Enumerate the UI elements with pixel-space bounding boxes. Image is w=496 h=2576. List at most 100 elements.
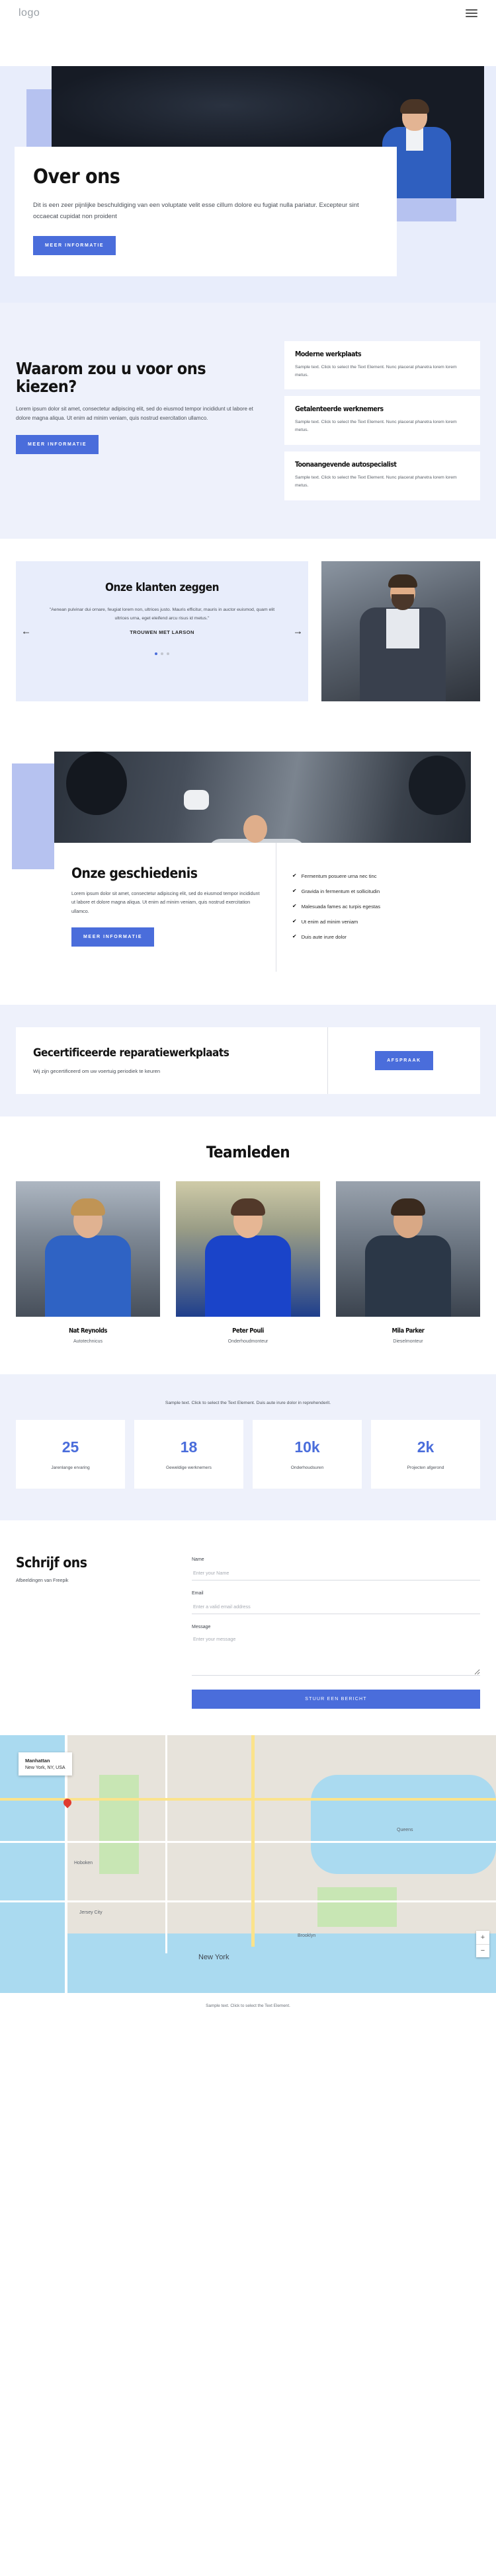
zoom-out-button[interactable]: − xyxy=(476,1943,489,1957)
map-section[interactable]: Manhattan New York, NY, USA Hoboken Jers… xyxy=(0,1735,496,1993)
contact-intro: Schrijf ons Afbeeldingen van Freepik xyxy=(16,1555,175,1709)
stat-value: 18 xyxy=(180,1438,198,1456)
testimonial-slider: ← → Onze klanten zeggen "Aenean pulvinar… xyxy=(16,561,308,701)
map-park xyxy=(99,1774,139,1874)
team-member-photo xyxy=(336,1181,480,1317)
why-us-section: Waarom zou u voor ons kiezen? Lorem ipsu… xyxy=(0,302,496,539)
stat-label: Projecten afgerond xyxy=(407,1465,444,1470)
about-card: Over ons Dit is een zeer pijnlijke besch… xyxy=(15,147,397,276)
history-card: Onze geschiedenis Lorem ipsum dolor sit … xyxy=(54,842,480,972)
map-park xyxy=(317,1887,397,1927)
stat-label: Jarenlange ervaring xyxy=(51,1465,90,1470)
map-road xyxy=(0,1840,496,1843)
hamburger-icon[interactable] xyxy=(466,9,477,17)
stat-value: 10k xyxy=(294,1438,320,1456)
contact-form: Name Email Message STUUR EEN BERICHT xyxy=(192,1555,480,1709)
certified-card: Gecertificeerde reparatiewerkplaats Wij … xyxy=(16,1027,480,1094)
dot-3[interactable] xyxy=(167,652,169,656)
stat-card: 2k Projecten afgerond xyxy=(371,1419,480,1489)
submit-button[interactable]: STUUR EEN BERICHT xyxy=(192,1689,480,1709)
dot-1[interactable] xyxy=(155,652,157,656)
history-more-button[interactable]: MEER INFORMATIE xyxy=(71,927,155,947)
feature-card-body: Sample text. Click to select the Text El… xyxy=(295,420,457,433)
why-us-left: Waarom zou u voor ons kiezen? Lorem ipsu… xyxy=(16,341,267,500)
stat-value: 2k xyxy=(417,1438,434,1456)
about-more-button[interactable]: MEER INFORMATIE xyxy=(33,235,116,255)
why-us-title: Waarom zou u voor ons kiezen? xyxy=(16,358,206,396)
checklist-item: ✔ Gravida in fermentum et sollicitudin xyxy=(292,888,474,894)
testimonial-dots[interactable] xyxy=(26,652,298,656)
message-input[interactable] xyxy=(192,1633,480,1676)
history-title: Onze geschiedenis xyxy=(71,865,198,881)
zoom-in-button[interactable]: + xyxy=(476,1931,489,1944)
team-member-role: Dieselmonteur xyxy=(393,1339,423,1344)
testimonial-next-icon[interactable]: → xyxy=(293,625,303,637)
team-member-name: Mila Parker xyxy=(392,1327,425,1335)
feature-card-title: Moderne werkplaats xyxy=(295,350,362,358)
contact-title: Schrijf ons xyxy=(16,1554,87,1571)
map-popup-title: Manhattan xyxy=(25,1757,50,1764)
team-section: Teamleden ‹ › Nat Reynolds Autotechnicus… xyxy=(0,1116,496,1374)
team-member[interactable]: Mila Parker Dieselmonteur xyxy=(336,1181,480,1344)
stats-subtitle: Sample text. Click to select the Text El… xyxy=(165,1400,331,1405)
map-label: Brooklyn xyxy=(298,1933,316,1938)
team-member-name: Nat Reynolds xyxy=(68,1327,108,1335)
team-member-role: Autotechnicus xyxy=(73,1339,103,1344)
footer-text: Sample text. Click to select the Text El… xyxy=(0,1992,496,2023)
history-checklist: ✔ Fermentum posuere urna nec tinc ✔ Grav… xyxy=(275,842,480,972)
map-water xyxy=(0,1933,496,1993)
message-label: Message xyxy=(192,1624,211,1629)
map-popup[interactable]: Manhattan New York, NY, USA xyxy=(19,1752,72,1776)
name-input[interactable] xyxy=(192,1567,480,1581)
team-member[interactable]: Nat Reynolds Autotechnicus xyxy=(16,1181,160,1344)
map-popup-address: New York, NY, USA xyxy=(25,1765,65,1770)
stats-row: 25 Jarenlange ervaring 18 Geweldige werk… xyxy=(16,1419,480,1489)
feature-card[interactable]: Toonaangevende autospecialist Sample tex… xyxy=(284,451,480,500)
appointment-button[interactable]: AFSPRAAK xyxy=(375,1050,433,1070)
stat-value: 25 xyxy=(62,1438,79,1456)
site-header: logo xyxy=(0,0,496,26)
testimonials-title: Onze klanten zeggen xyxy=(105,580,219,594)
name-label: Name xyxy=(192,1557,204,1562)
certified-body: Wij zijn gecertificeerd om uw voertuig p… xyxy=(33,1068,161,1074)
feature-card-body: Sample text. Click to select the Text El… xyxy=(295,364,457,377)
logo[interactable]: logo xyxy=(19,7,40,19)
feature-card[interactable]: Getalenteerde werknemers Sample text. Cl… xyxy=(284,396,480,446)
team-member-photo xyxy=(16,1181,160,1317)
map-city-label: New York xyxy=(198,1953,229,1961)
team-member-photo xyxy=(176,1181,320,1317)
checklist-item: ✔ Fermentum posuere urna nec tinc xyxy=(292,873,474,879)
team-member[interactable]: Peter Pouli Onderhoudmonteur xyxy=(176,1181,320,1344)
why-us-more-button[interactable]: MEER INFORMATIE xyxy=(16,435,99,455)
feature-card[interactable]: Moderne werkplaats Sample text. Click to… xyxy=(284,340,480,390)
map-zoom-controls[interactable]: + − xyxy=(476,1930,489,1957)
check-icon: ✔ xyxy=(292,872,297,878)
map-road xyxy=(0,1900,496,1902)
message-field-group: Message xyxy=(192,1625,480,1679)
feature-card-title: Toonaangevende autospecialist xyxy=(295,461,397,469)
checklist-item-label: Malesuada fames ac turpis egestas xyxy=(301,903,381,910)
stats-section: Sample text. Click to select the Text El… xyxy=(0,1374,496,1520)
testimonials-section: ← → Onze klanten zeggen "Aenean pulvinar… xyxy=(0,538,496,724)
testimonial-image xyxy=(321,561,480,701)
team-title: Teamleden xyxy=(206,1142,290,1161)
contact-subtitle: Afbeeldingen van Freepik xyxy=(16,1578,69,1583)
map-label: Hoboken xyxy=(74,1860,93,1865)
email-input[interactable] xyxy=(192,1600,480,1614)
map-road xyxy=(165,1735,167,1953)
team-carousel: ‹ › Nat Reynolds Autotechnicus Peter Pou… xyxy=(13,1181,483,1344)
check-icon: ✔ xyxy=(292,902,297,909)
testimonial-prev-icon[interactable]: ← xyxy=(21,625,31,637)
checklist-item-label: Gravida in fermentum et sollicitudin xyxy=(301,888,380,894)
page-root: logo Over ons Dit is een zeer pijnlijke … xyxy=(0,0,496,2023)
map-water xyxy=(311,1774,496,1874)
checklist-item-label: Ut enim ad minim veniam xyxy=(301,918,358,925)
history-body: Lorem ipsum dolor sit amet, consectetur … xyxy=(71,890,260,914)
feature-card-title: Getalenteerde werknemers xyxy=(295,405,384,414)
checklist-item-label: Fermentum posuere urna nec tinc xyxy=(301,873,377,879)
team-member-name: Peter Pouli xyxy=(232,1327,264,1335)
dot-2[interactable] xyxy=(161,652,163,656)
checklist-item: ✔ Duis aute irure dolor xyxy=(292,933,474,940)
stat-card: 10k Onderhoudsuren xyxy=(253,1419,362,1489)
map-label: Queens xyxy=(397,1827,413,1832)
